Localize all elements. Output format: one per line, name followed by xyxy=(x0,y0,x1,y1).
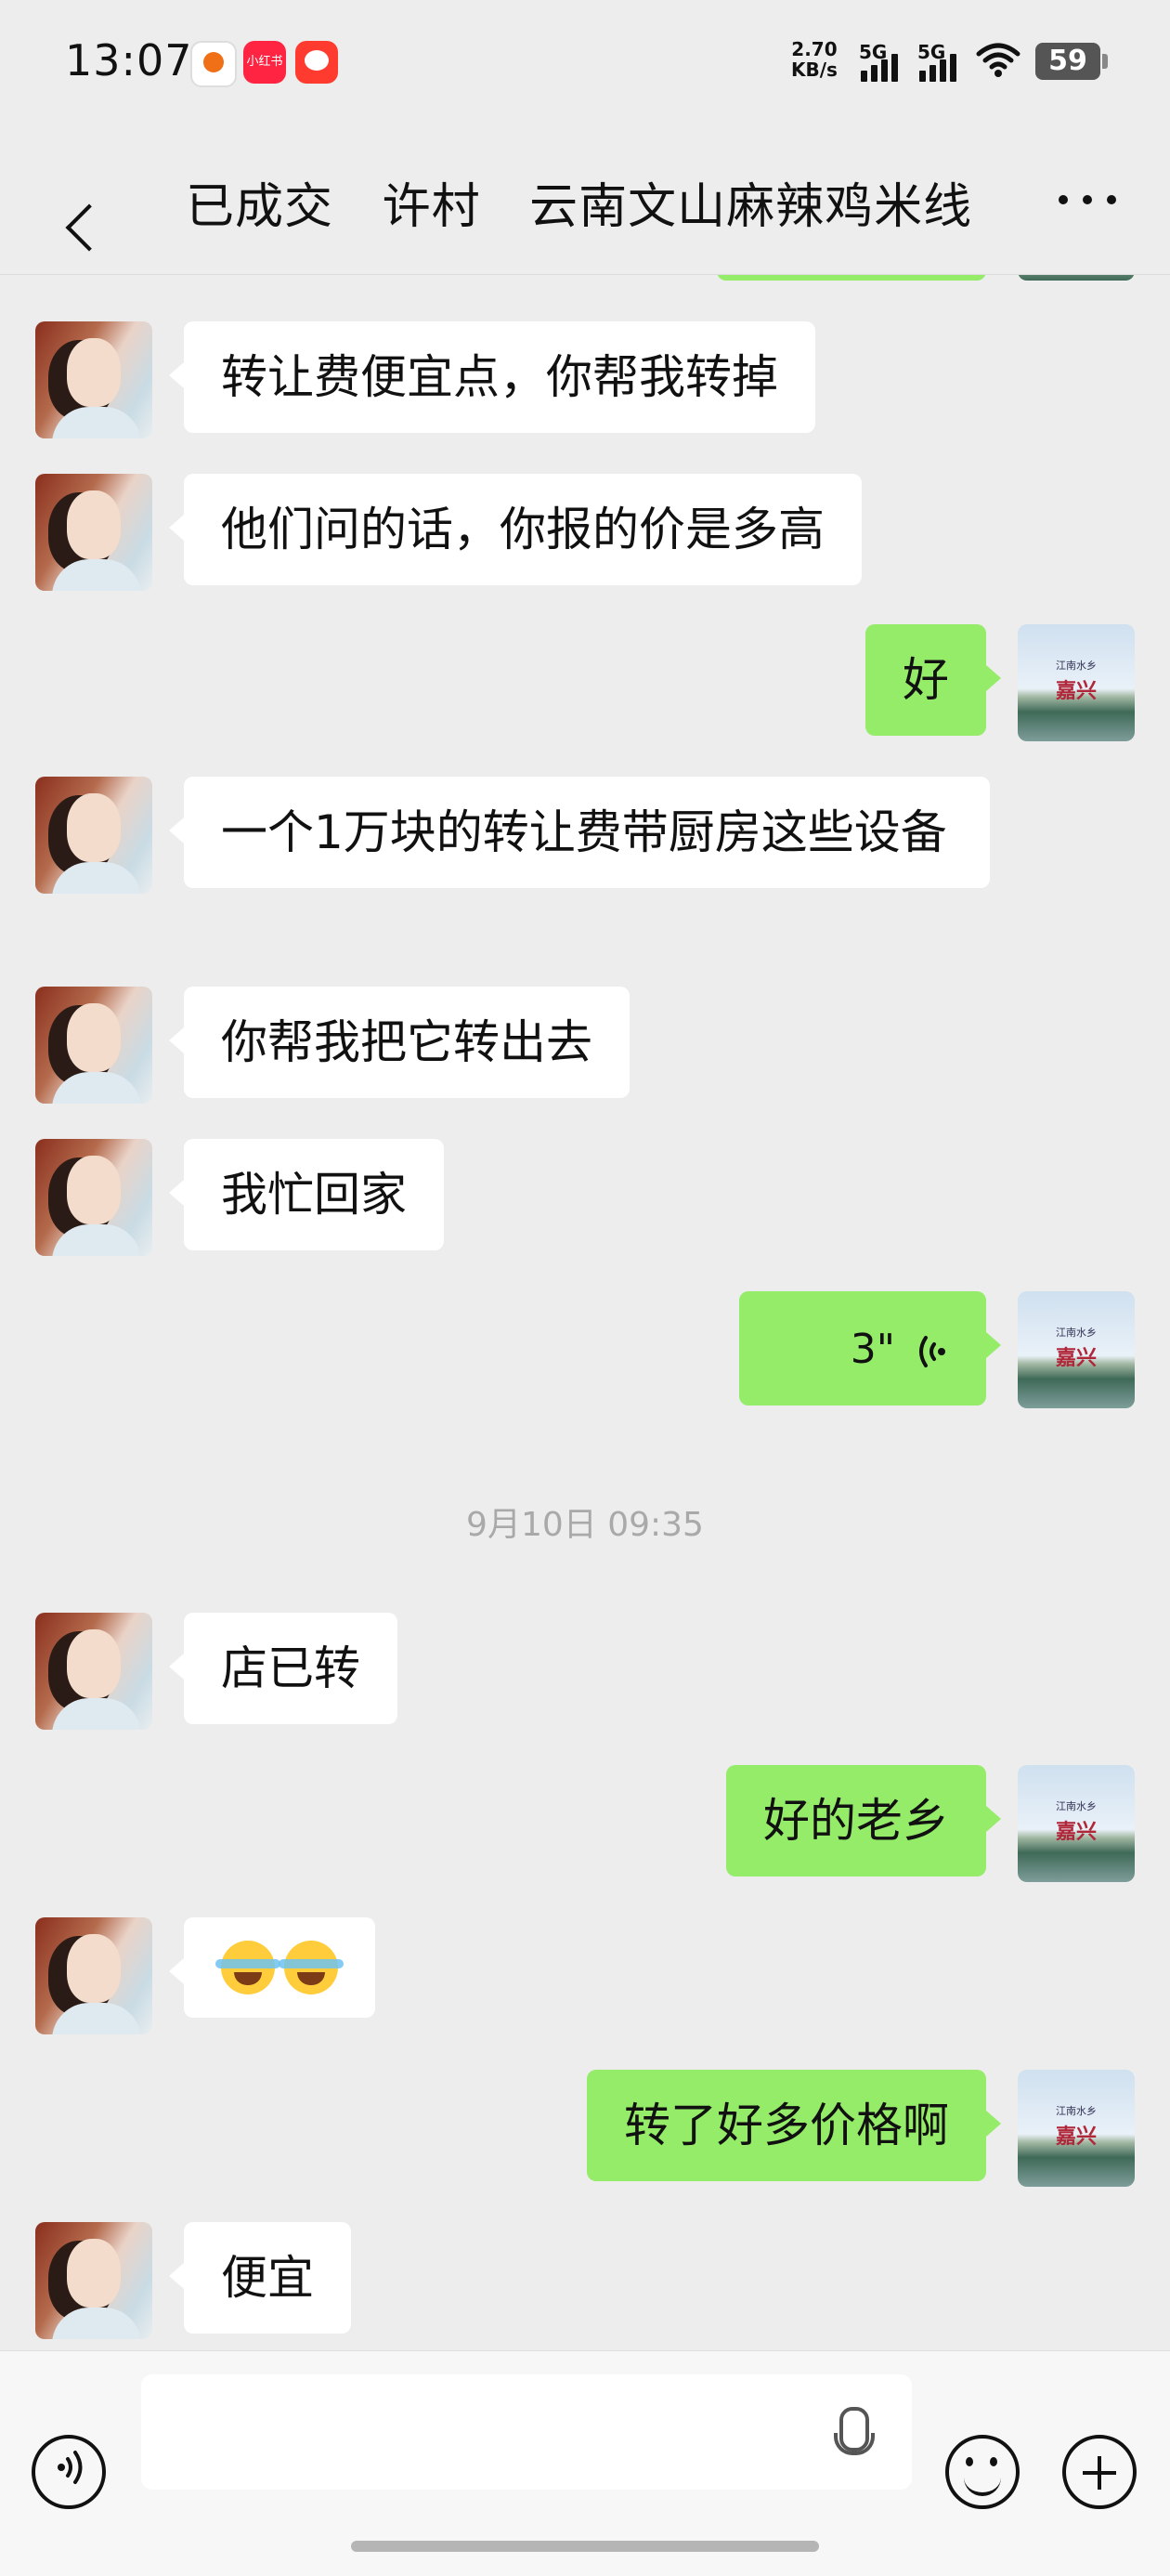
cry-laugh-emoji-icon xyxy=(215,1941,280,1994)
notification-app-icon xyxy=(295,41,338,84)
cry-laugh-emoji-icon xyxy=(279,1941,344,1994)
chat-title: 已成交 许村 云南文山麻辣鸡米线 xyxy=(186,179,973,235)
message-bubble[interactable]: 好的老乡 xyxy=(726,1765,1001,1876)
xiaohongshu-icon: 小红书 xyxy=(243,41,286,84)
message-bubble[interactable]: 你帮我把它转出去 xyxy=(169,987,630,1098)
message-timestamp: 9月10日 09:35 xyxy=(466,1506,704,1544)
avatar-self-partial xyxy=(1018,275,1135,281)
voice-mode-button[interactable] xyxy=(32,2435,106,2509)
avatar-self[interactable]: 江南水乡 嘉兴 xyxy=(1018,1291,1135,1408)
more-icon[interactable] xyxy=(1059,195,1118,206)
microphone-icon[interactable] xyxy=(834,2407,875,2455)
chevron-left-icon xyxy=(65,203,113,252)
message-bubble-partial xyxy=(717,275,986,281)
message-bubble[interactable]: 便宜 xyxy=(169,2222,351,2334)
avatar-contact[interactable] xyxy=(35,2222,152,2339)
avatar-contact[interactable] xyxy=(35,1917,152,2034)
status-time: 13:07 xyxy=(65,35,193,85)
voice-duration: 3" xyxy=(850,1326,895,1373)
plus-button[interactable] xyxy=(1062,2435,1137,2509)
message-list[interactable]: 转让费便宜点，你帮我转掉 他们问的话，你报的价是多高 江南水乡 嘉兴 好 一个1… xyxy=(0,275,1170,2350)
message-bubble[interactable]: 转了好多价格啊 xyxy=(587,2070,1001,2181)
avatar-contact[interactable] xyxy=(35,777,152,894)
avatar-self[interactable]: 江南水乡 嘉兴 xyxy=(1018,1765,1135,1882)
avatar-self[interactable]: 江南水乡 嘉兴 xyxy=(1018,624,1135,741)
signal-icon: 5G xyxy=(917,41,966,82)
avatar-contact[interactable] xyxy=(35,1139,152,1256)
message-bubble[interactable]: 一个1万块的转让费带厨房这些设备 xyxy=(169,777,990,888)
message-bubble[interactable]: 店已转 xyxy=(169,1613,397,1724)
emoji-button[interactable] xyxy=(945,2435,1020,2509)
status-bar: 13:07 小红书 2.70 KB/s 5G 5G 59 xyxy=(0,0,1170,130)
message-bubble[interactable]: 好 xyxy=(865,624,1001,736)
avatar-contact[interactable] xyxy=(35,1613,152,1730)
avatar-self[interactable]: 江南水乡 嘉兴 xyxy=(1018,2070,1135,2187)
voice-message-bubble[interactable]: 3" xyxy=(739,1291,1001,1406)
back-button[interactable] xyxy=(28,163,113,252)
message-bubble[interactable]: 我忙回家 xyxy=(169,1139,444,1250)
voice-mode-icon xyxy=(52,2447,89,2502)
network-speed: 2.70 KB/s xyxy=(791,38,838,81)
avatar-contact[interactable] xyxy=(35,474,152,591)
message-bubble[interactable]: 他们问的话，你报的价是多高 xyxy=(169,474,862,585)
battery-icon: 59 xyxy=(1035,43,1108,80)
wifi-icon xyxy=(975,41,1021,85)
emoji-message-bubble[interactable] xyxy=(169,1917,375,2018)
message-input[interactable] xyxy=(141,2374,912,2490)
notification-app-icon xyxy=(190,41,237,87)
home-indicator[interactable] xyxy=(351,2541,819,2552)
voice-wave-icon xyxy=(912,1319,949,1380)
avatar-contact[interactable] xyxy=(35,321,152,438)
chat-header: 已成交 许村 云南文山麻辣鸡米线 xyxy=(0,130,1170,275)
signal-icon: 5G xyxy=(859,41,907,82)
message-bubble[interactable]: 转让费便宜点，你帮我转掉 xyxy=(169,321,815,433)
avatar-contact[interactable] xyxy=(35,987,152,1104)
